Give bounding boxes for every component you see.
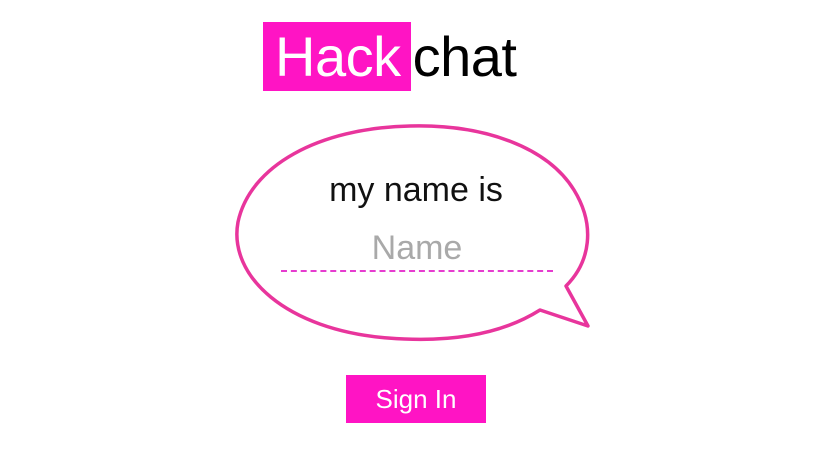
name-prompt: my name is xyxy=(329,171,503,209)
sign-in-button[interactable]: Sign In xyxy=(346,375,486,423)
name-input[interactable] xyxy=(281,226,553,272)
login-page: Hack chat my name is Sign In xyxy=(0,0,838,452)
